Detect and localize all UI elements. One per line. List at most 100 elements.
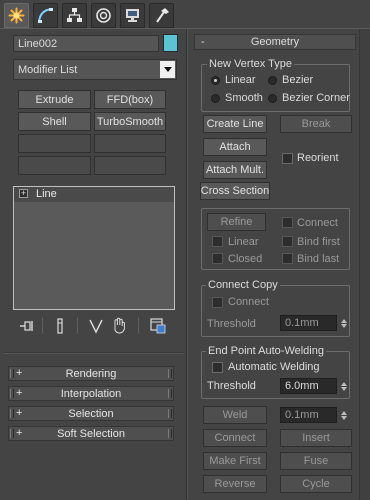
expand-box-icon[interactable]: + bbox=[19, 189, 28, 198]
motion-icon bbox=[96, 8, 111, 23]
connect-copy-threshold-spinner[interactable] bbox=[339, 315, 348, 331]
connect-copy-threshold-input[interactable]: 0.1mm bbox=[280, 315, 337, 331]
refine-button[interactable]: Refine bbox=[207, 213, 266, 231]
closed-checkbox[interactable] bbox=[212, 253, 223, 264]
object-color-swatch[interactable] bbox=[163, 34, 178, 52]
panel-scroll-strip[interactable] bbox=[359, 29, 370, 500]
bind-first-checkbox[interactable] bbox=[282, 236, 293, 247]
pin-stack-icon[interactable] bbox=[19, 319, 35, 333]
empty-modifier-slot[interactable] bbox=[18, 134, 91, 153]
auto-weld-label: End Point Auto-Welding bbox=[206, 345, 326, 358]
display-tab[interactable] bbox=[120, 3, 145, 28]
motion-tab[interactable] bbox=[91, 3, 116, 28]
radio-bezier[interactable] bbox=[268, 76, 277, 85]
reverse-button[interactable]: Reverse bbox=[203, 475, 267, 493]
spinner-up-icon bbox=[340, 381, 347, 386]
hammer-icon bbox=[156, 8, 169, 23]
extrude-button[interactable]: Extrude bbox=[18, 90, 91, 109]
turbosmooth-button[interactable]: TurboSmooth bbox=[94, 112, 166, 131]
expand-plus-icon: + bbox=[16, 387, 23, 399]
radio-linear-label: Linear bbox=[225, 74, 256, 86]
insert-button[interactable]: Insert bbox=[280, 429, 352, 447]
new-vertex-type-label: New Vertex Type bbox=[207, 58, 294, 71]
chevron-down-icon bbox=[163, 67, 172, 72]
attach-button[interactable]: Attach bbox=[203, 138, 267, 156]
geometry-rollout-header[interactable]: - Geometry bbox=[194, 34, 356, 50]
panel-separator bbox=[187, 29, 188, 500]
bind-last-label: Bind last bbox=[297, 253, 340, 265]
rollout-edge-tick bbox=[10, 389, 14, 398]
connect-copy-threshold-value: 0.1mm bbox=[285, 317, 319, 329]
connect-copy-threshold-label: Threshold bbox=[207, 318, 256, 330]
automatic-welding-checkbox[interactable] bbox=[212, 362, 223, 373]
rollout-rendering[interactable]: + Rendering bbox=[8, 366, 174, 381]
connect-button[interactable]: Connect bbox=[203, 429, 267, 447]
automatic-welding-label: Automatic Welding bbox=[228, 361, 320, 373]
auto-weld-threshold-label: Threshold bbox=[207, 380, 256, 392]
utilities-tab[interactable] bbox=[149, 3, 174, 28]
rollout-soft-selection[interactable]: + Soft Selection bbox=[8, 426, 174, 441]
spinner-down-icon bbox=[340, 323, 347, 328]
shell-button[interactable]: Shell bbox=[18, 112, 91, 131]
stack-item-label: Line bbox=[36, 188, 57, 200]
linear-checkbox[interactable] bbox=[212, 236, 223, 247]
modifier-stack[interactable]: + Line bbox=[13, 186, 175, 310]
cross-section-button[interactable]: Cross Section bbox=[200, 182, 270, 200]
create-tab[interactable] bbox=[4, 3, 29, 28]
radio-smooth[interactable] bbox=[211, 94, 220, 103]
rollout-interpolation[interactable]: + Interpolation bbox=[8, 386, 174, 401]
remove-modifier-icon[interactable] bbox=[112, 317, 126, 334]
auto-weld-threshold-spinner[interactable] bbox=[339, 378, 348, 394]
geometry-title: Geometry bbox=[250, 36, 300, 48]
rollout-title: Selection bbox=[68, 407, 114, 420]
empty-modifier-slot[interactable] bbox=[94, 156, 166, 175]
tab-bar-line bbox=[0, 28, 370, 29]
radio-linear[interactable] bbox=[211, 76, 220, 85]
rollout-edge-tick bbox=[10, 409, 14, 418]
radio-bezier-corner[interactable] bbox=[268, 94, 277, 103]
auto-weld-threshold-input[interactable]: 6.0mm bbox=[280, 378, 337, 394]
create-icon bbox=[8, 7, 25, 24]
radio-bezier-label: Bezier bbox=[282, 74, 314, 86]
connect-label: Connect bbox=[297, 217, 338, 229]
connect-checkbox[interactable] bbox=[282, 217, 293, 228]
make-unique-icon[interactable] bbox=[89, 318, 103, 334]
create-line-button[interactable]: Create Line bbox=[203, 115, 267, 133]
toolbar-separator bbox=[77, 318, 78, 334]
dropdown-arrow-button[interactable] bbox=[160, 61, 175, 78]
configure-modifier-sets-icon[interactable] bbox=[150, 318, 166, 334]
bind-last-checkbox[interactable] bbox=[282, 253, 293, 264]
modifier-list-dropdown[interactable]: Modifier List bbox=[13, 59, 177, 80]
object-name-field[interactable]: Line002 bbox=[13, 35, 159, 52]
spinner-down-icon bbox=[340, 386, 347, 391]
empty-modifier-slot[interactable] bbox=[18, 156, 91, 175]
modifier-list-label: Modifier List bbox=[18, 63, 78, 76]
fuse-button[interactable]: Fuse bbox=[280, 452, 352, 470]
show-end-result-icon[interactable] bbox=[55, 318, 65, 334]
modify-tab[interactable] bbox=[33, 3, 58, 28]
auto-weld-threshold-value: 6.0mm bbox=[285, 380, 319, 392]
weld-threshold-spinner[interactable] bbox=[339, 407, 348, 423]
spinner-up-icon bbox=[340, 410, 347, 415]
reorient-label: Reorient bbox=[297, 152, 339, 164]
ffd-box-button[interactable]: FFD(box) bbox=[94, 90, 166, 109]
closed-label: Closed bbox=[228, 253, 263, 265]
rollout-selection[interactable]: + Selection bbox=[8, 406, 174, 421]
linear-label: Linear bbox=[228, 236, 259, 248]
hierarchy-tab[interactable] bbox=[62, 3, 87, 28]
cycle-button[interactable]: Cycle bbox=[280, 475, 352, 493]
reorient-checkbox[interactable] bbox=[282, 153, 293, 164]
weld-button[interactable]: Weld bbox=[203, 406, 267, 424]
break-button[interactable]: Break bbox=[280, 115, 352, 133]
weld-threshold-input[interactable]: 0.1mm bbox=[280, 407, 337, 423]
make-first-button[interactable]: Make First bbox=[203, 452, 267, 470]
stack-item-line[interactable]: + Line bbox=[14, 187, 174, 202]
radio-smooth-label: Smooth bbox=[225, 92, 263, 104]
left-divider bbox=[4, 352, 184, 354]
empty-modifier-slot[interactable] bbox=[94, 134, 166, 153]
attach-mult-button[interactable]: Attach Mult. bbox=[203, 161, 267, 179]
expand-plus-icon: + bbox=[16, 367, 23, 379]
toolbar-separator bbox=[42, 318, 43, 334]
rollout-title: Interpolation bbox=[60, 387, 122, 400]
connect-copy-checkbox[interactable] bbox=[212, 297, 223, 308]
